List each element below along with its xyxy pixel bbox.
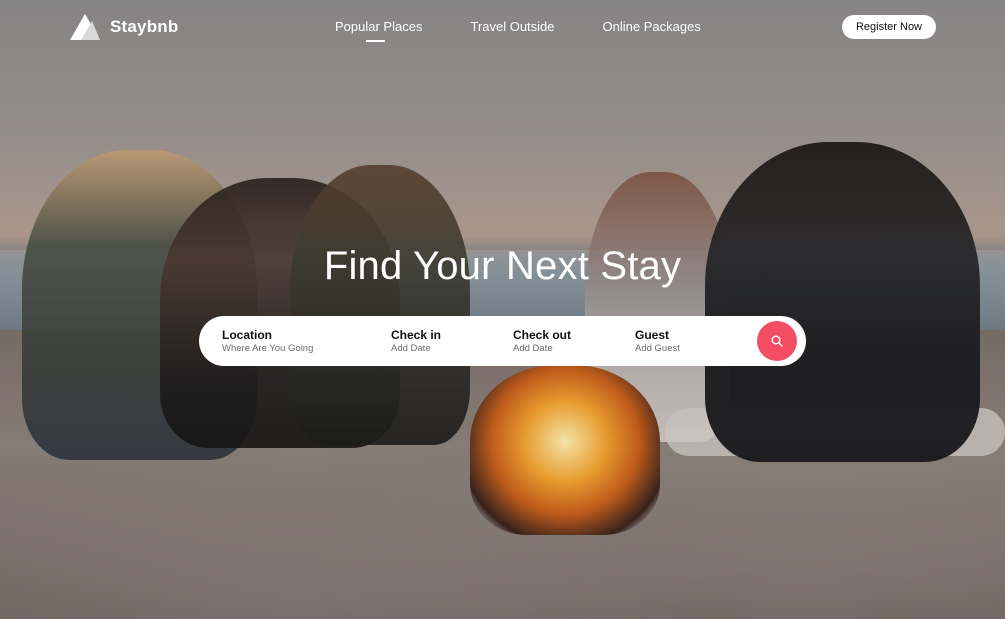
register-button[interactable]: Register Now: [842, 15, 936, 39]
hero-title: Find Your Next Stay: [323, 244, 682, 288]
check-in-hint: Add Date: [391, 343, 431, 354]
nav-link-popular-places[interactable]: Popular Places: [335, 19, 422, 42]
top-nav: Staybnb Popular Places Travel Outside On…: [0, 0, 1005, 54]
check-in-field[interactable]: Check in Add Date: [391, 328, 441, 355]
search-button[interactable]: [757, 321, 797, 361]
location-label: Location: [222, 328, 272, 342]
logo[interactable]: Staybnb: [68, 13, 178, 41]
check-out-label: Check out: [513, 328, 572, 342]
check-in-label: Check in: [391, 328, 442, 342]
hero-background: [0, 0, 1005, 619]
location-hint: Where Are You Going: [222, 343, 314, 354]
search-icon: [771, 335, 783, 347]
nav-links: Popular Places Travel Outside Online Pac…: [335, 19, 701, 42]
check-out-hint: Add Date: [513, 343, 553, 354]
guest-field[interactable]: Guest Add Guest: [635, 328, 680, 355]
nav-link-online-packages[interactable]: Online Packages: [603, 19, 701, 34]
search-bar: Location Where Are You Going Check in Ad…: [199, 316, 806, 366]
nav-link-travel-outside[interactable]: Travel Outside: [470, 19, 554, 34]
brand-name: Staybnb: [110, 17, 179, 36]
location-field[interactable]: Location Where Are You Going: [222, 328, 313, 355]
guest-label: Guest: [635, 328, 670, 342]
check-out-field[interactable]: Check out Add Date: [513, 328, 571, 355]
guest-hint: Add Guest: [635, 343, 680, 354]
hero-overlay: [0, 0, 1005, 619]
logo-icon: [70, 14, 100, 40]
